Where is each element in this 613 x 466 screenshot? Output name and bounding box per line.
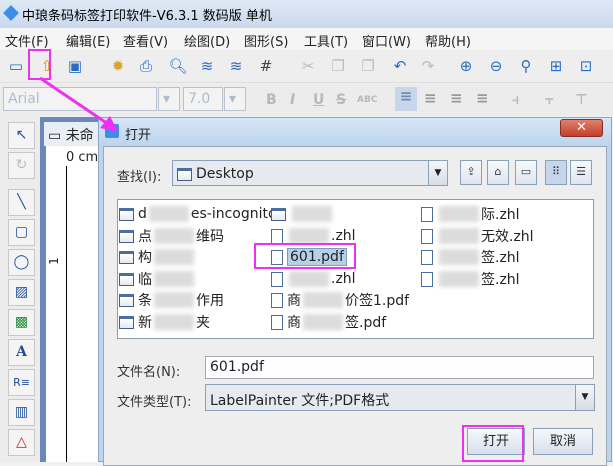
annotation-arrow [39,76,118,132]
